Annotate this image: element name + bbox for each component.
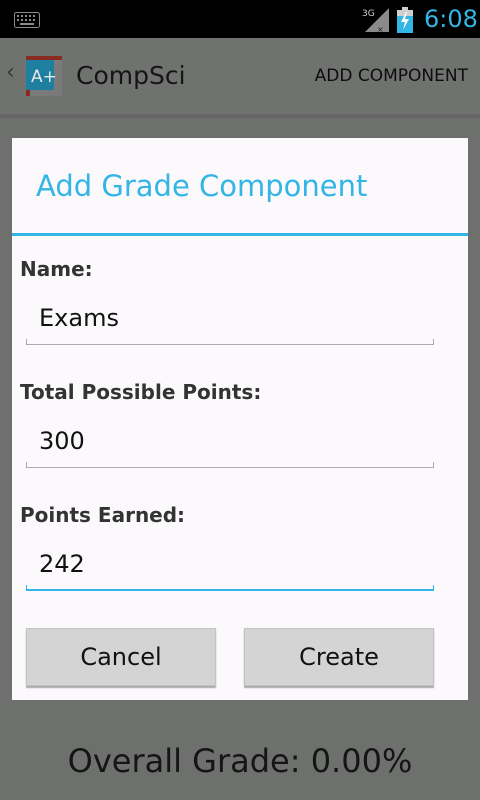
name-field[interactable]: Exams	[26, 295, 434, 345]
create-button[interactable]: Create	[244, 628, 434, 686]
svg-text:A+: A+	[31, 67, 57, 87]
keyboard-icon	[14, 12, 40, 28]
add-grade-component-dialog: Add Grade Component Name: Exams Total Po…	[12, 138, 468, 700]
field-tick	[433, 585, 434, 591]
points-earned-field[interactable]: 242	[26, 541, 434, 591]
clock: 6:08	[424, 5, 478, 33]
cancel-button[interactable]: Cancel	[26, 628, 216, 686]
total-points-field-underline	[26, 467, 434, 468]
battery-charging-icon	[397, 7, 413, 33]
field-tick	[26, 339, 27, 345]
name-value: Exams	[39, 304, 119, 332]
action-bar-shadow	[0, 114, 480, 118]
dialog-title-divider	[12, 233, 468, 236]
add-component-button[interactable]: ADD COMPONENT	[315, 65, 468, 87]
total-points-label: Total Possible Points:	[20, 380, 262, 404]
dialog-title: Add Grade Component	[36, 169, 368, 203]
action-bar: ‹ A+ CompSci ADD COMPONENT	[0, 38, 480, 114]
name-label: Name:	[20, 257, 93, 281]
svg-text:3G: 3G	[362, 9, 375, 19]
total-points-field[interactable]: 300	[26, 418, 434, 468]
points-earned-value: 242	[39, 550, 85, 578]
field-tick	[433, 462, 434, 468]
up-caret-icon[interactable]: ‹	[6, 60, 15, 85]
app-icon[interactable]: A+	[22, 54, 66, 98]
app-title: CompSci	[76, 61, 186, 90]
points-earned-label: Points Earned:	[20, 503, 186, 527]
field-tick	[26, 585, 27, 591]
signal-icon: 3G ×	[362, 8, 389, 34]
status-bar: 3G × 6:08	[0, 0, 480, 38]
field-tick	[26, 462, 27, 468]
overall-grade: Overall Grade: 0.00%	[67, 742, 413, 780]
field-tick	[433, 339, 434, 345]
svg-text:×: ×	[377, 25, 384, 34]
total-points-value: 300	[39, 427, 85, 455]
name-field-underline	[26, 344, 434, 345]
points-earned-field-underline	[26, 589, 434, 591]
